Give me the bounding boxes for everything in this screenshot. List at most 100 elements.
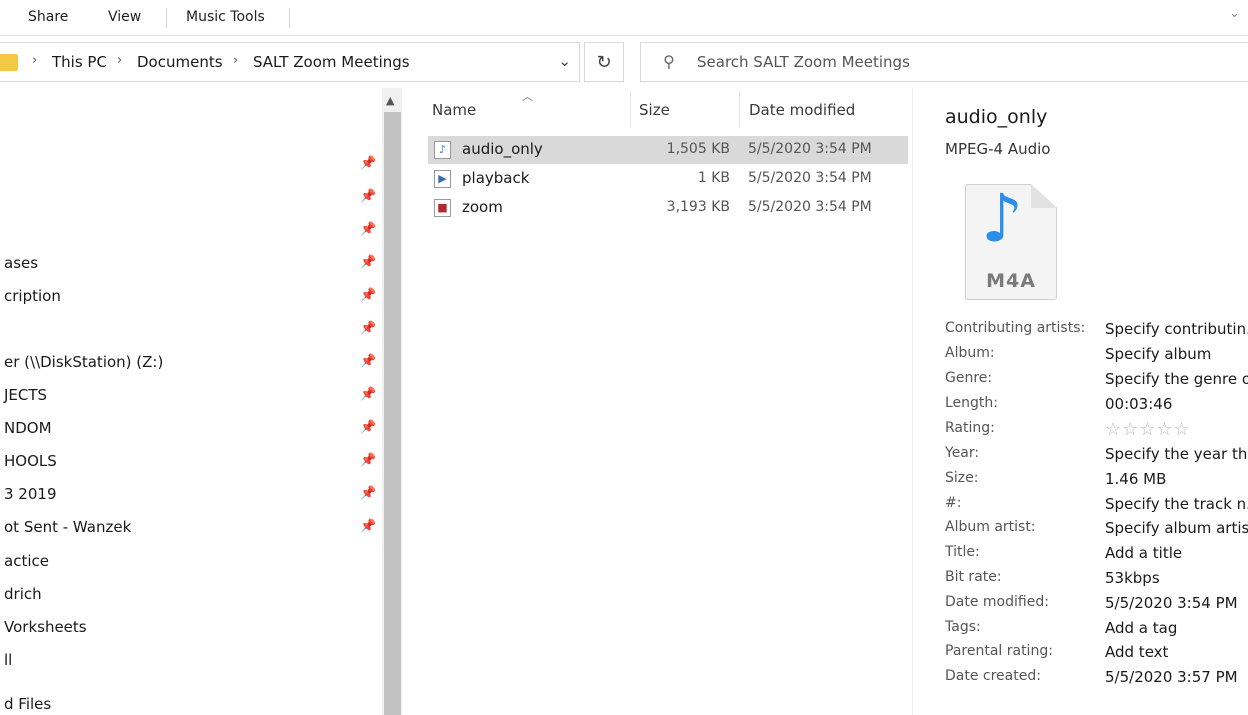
- prop-value[interactable]: Add a title: [1105, 544, 1248, 562]
- nav-item[interactable]: ot Sent - Wanzek 📌: [0, 512, 382, 545]
- details-title: audio_only: [945, 106, 1048, 128]
- video-file-icon: ■: [434, 199, 451, 217]
- pin-icon[interactable]: 📌: [360, 222, 376, 237]
- nav-item[interactable]: er (\\DiskStation) (Z:) 📌: [0, 347, 382, 380]
- chevron-right-icon[interactable]: ›: [117, 53, 122, 68]
- column-header-name[interactable]: ︿ Name: [404, 88, 630, 132]
- prop-year: Year: Specify the year thi...: [945, 445, 1248, 470]
- details-pane: audio_only MPEG-4 Audio ♪ M4A Contributi…: [912, 88, 1248, 715]
- tab-share[interactable]: Share: [28, 9, 68, 25]
- file-row-zoom[interactable]: ■ zoom 3,193 KB 5/5/2020 3:54 PM: [428, 194, 908, 222]
- prop-value[interactable]: Specify the genre o...: [1105, 370, 1248, 388]
- nav-item[interactable]: JECTS 📌: [0, 380, 382, 413]
- nav-item[interactable]: cription 📌: [0, 281, 382, 314]
- prop-value[interactable]: Add a tag: [1105, 619, 1248, 637]
- file-name: playback: [462, 169, 530, 187]
- prop-value: 1.46 MB: [1105, 470, 1167, 488]
- prop-value[interactable]: Specify the track n...: [1105, 495, 1248, 513]
- nav-item[interactable]: ases 📌: [0, 248, 382, 281]
- prop-key: Rating:: [945, 420, 995, 436]
- m4a-file-icon: ♪ M4A: [965, 184, 1057, 300]
- prop-key: Album:: [945, 345, 995, 361]
- nav-item[interactable]: d Files: [0, 689, 382, 715]
- sort-ascending-icon: ︿: [522, 90, 533, 103]
- nav-item-label: Vorksheets: [4, 618, 87, 636]
- pin-icon[interactable]: 📌: [360, 420, 376, 435]
- address-bar[interactable]: › This PC › Documents › SALT Zoom Meetin…: [0, 42, 580, 82]
- prop-key: Date modified:: [945, 594, 1049, 610]
- breadcrumb-documents[interactable]: Documents: [137, 53, 223, 71]
- breadcrumb-salt-zoom-meetings[interactable]: SALT Zoom Meetings: [253, 53, 410, 71]
- nav-item-label: 3 2019: [4, 485, 57, 503]
- column-header-date-modified[interactable]: Date modified: [740, 88, 910, 132]
- prop-key: Contributing artists:: [945, 320, 1086, 336]
- nav-scrollbar[interactable]: ▲: [382, 88, 402, 715]
- pin-icon[interactable]: 📌: [360, 519, 376, 534]
- nav-item[interactable]: ll: [0, 645, 382, 678]
- nav-item[interactable]: HOOLS 📌: [0, 446, 382, 479]
- prop-value: 5/5/2020 3:57 PM: [1105, 668, 1238, 686]
- prop-key: Tags:: [945, 619, 981, 635]
- prop-date-modified: Date modified: 5/5/2020 3:54 PM: [945, 594, 1248, 619]
- pin-icon[interactable]: 📌: [360, 321, 376, 336]
- ribbon-divider: [289, 8, 290, 28]
- prop-value[interactable]: Specify contributin...: [1105, 320, 1248, 338]
- nav-item[interactable]: NDOM 📌: [0, 413, 382, 446]
- rating-stars-icon[interactable]: ☆☆☆☆☆: [1105, 419, 1191, 440]
- audio-file-icon: ♪: [434, 141, 451, 159]
- breadcrumb-this-pc[interactable]: This PC: [52, 53, 107, 71]
- pin-icon[interactable]: 📌: [360, 354, 376, 369]
- ribbon: Share View Music Tools ⌄: [0, 0, 1248, 36]
- chevron-right-icon[interactable]: ›: [233, 53, 238, 68]
- prop-key: Year:: [945, 445, 980, 461]
- column-header-label: Size: [639, 101, 670, 119]
- prop-value[interactable]: Specify album: [1105, 345, 1248, 363]
- navigation-pane: 📌 📌 📌 ases 📌 cription 📌 📌 er (\\DiskStat…: [0, 88, 382, 715]
- file-size: 1 KB: [697, 170, 730, 186]
- nav-item-label: d Files: [4, 695, 52, 713]
- nav-item-label: HOOLS: [4, 452, 57, 470]
- prop-value[interactable]: Specify the year thi...: [1105, 445, 1248, 463]
- pin-icon[interactable]: 📌: [360, 486, 376, 501]
- prop-album-artist: Album artist: Specify album artist: [945, 519, 1248, 544]
- prop-genre: Genre: Specify the genre o...: [945, 370, 1248, 395]
- nav-item[interactable]: 3 2019 📌: [0, 479, 382, 512]
- refresh-button[interactable]: ↻: [584, 42, 624, 82]
- nav-item[interactable]: actice: [0, 546, 382, 579]
- file-row-playback[interactable]: ▶ playback 1 KB 5/5/2020 3:54 PM: [428, 165, 908, 193]
- scroll-up-icon[interactable]: ▲: [386, 94, 394, 107]
- prop-bit-rate: Bit rate: 53kbps: [945, 569, 1248, 594]
- prop-album: Album: Specify album: [945, 345, 1248, 370]
- file-row-audio-only[interactable]: ♪ audio_only 1,505 KB 5/5/2020 3:54 PM: [428, 136, 908, 164]
- tab-music-tools[interactable]: Music Tools: [186, 9, 265, 25]
- prop-value[interactable]: Specify album artist: [1105, 519, 1248, 537]
- prop-value[interactable]: Add text: [1105, 643, 1248, 661]
- scrollbar-thumb[interactable]: [384, 112, 401, 715]
- file-size: 3,193 KB: [666, 199, 730, 215]
- search-input[interactable]: Search SALT Zoom Meetings: [697, 53, 910, 71]
- pin-icon[interactable]: 📌: [360, 189, 376, 204]
- nav-item[interactable]: Vorksheets: [0, 612, 382, 645]
- search-box[interactable]: ⚲ Search SALT Zoom Meetings: [640, 42, 1248, 82]
- nav-item[interactable]: drich: [0, 579, 382, 612]
- prop-length: Length: 00:03:46: [945, 395, 1248, 420]
- nav-item-label: JECTS: [4, 386, 48, 404]
- column-header-size[interactable]: Size: [631, 88, 739, 132]
- pin-icon[interactable]: 📌: [360, 387, 376, 402]
- file-size: 1,505 KB: [666, 141, 730, 157]
- music-note-icon: ♪: [981, 180, 1024, 257]
- file-name: zoom: [462, 198, 503, 216]
- tab-view[interactable]: View: [108, 9, 141, 25]
- prop-key: Title:: [945, 544, 980, 560]
- chevron-right-icon[interactable]: ›: [32, 53, 37, 68]
- pin-icon[interactable]: 📌: [360, 288, 376, 303]
- ribbon-expand-icon[interactable]: ⌄: [1229, 6, 1240, 21]
- prop-track-number: #: Specify the track n...: [945, 495, 1248, 520]
- pin-icon[interactable]: 📌: [360, 156, 376, 171]
- chevron-down-icon[interactable]: ⌄: [558, 52, 571, 70]
- nav-item-label: ot Sent - Wanzek: [4, 518, 132, 536]
- prop-contributing-artists: Contributing artists: Specify contributi…: [945, 320, 1248, 345]
- pin-icon[interactable]: 📌: [360, 453, 376, 468]
- pin-icon[interactable]: 📌: [360, 255, 376, 270]
- prop-value: 53kbps: [1105, 569, 1160, 587]
